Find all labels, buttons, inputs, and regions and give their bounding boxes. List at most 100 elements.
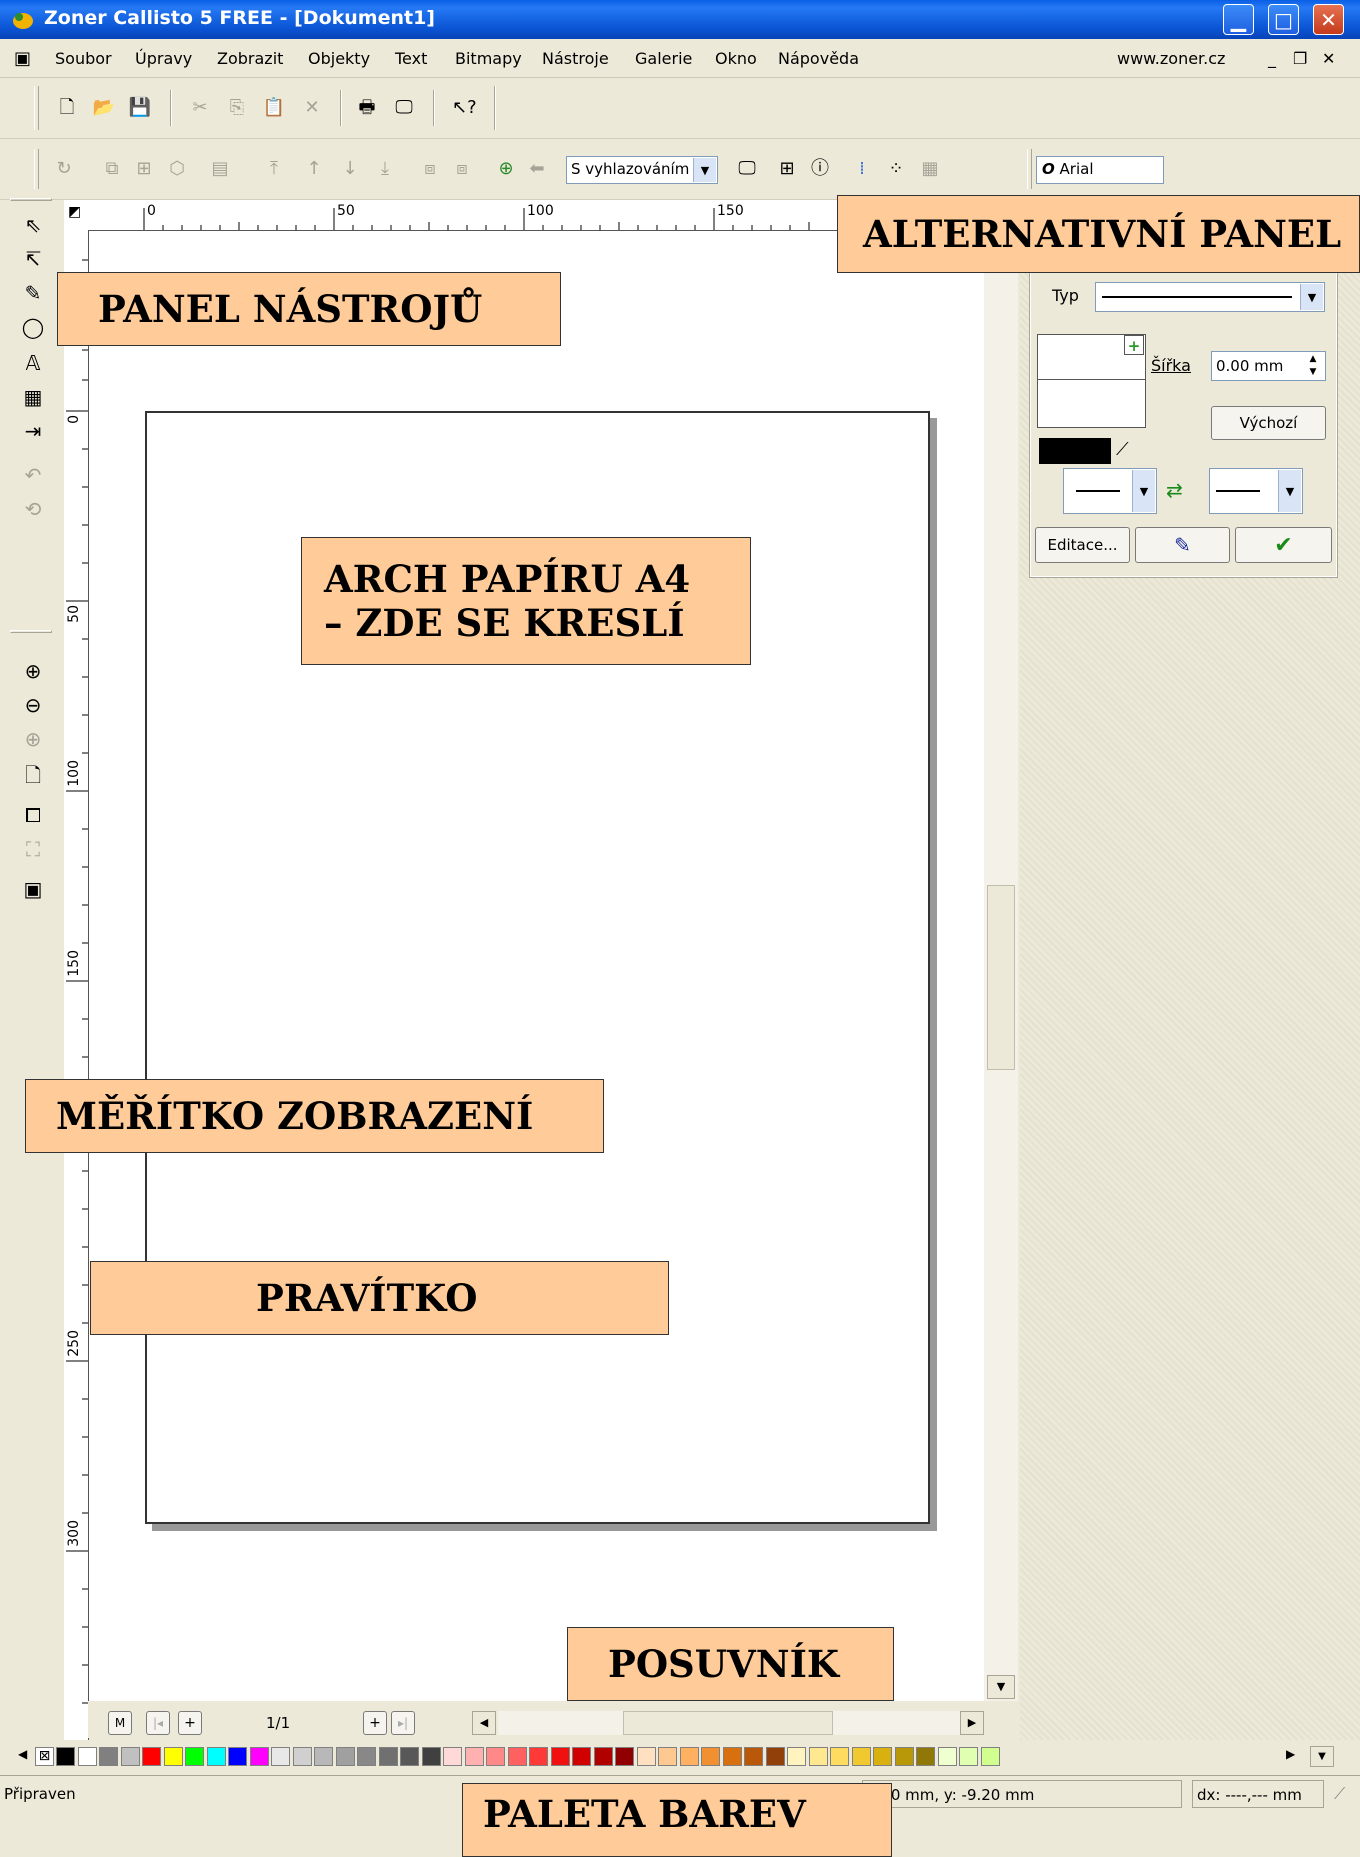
- cut-icon[interactable]: ✂: [188, 96, 212, 120]
- color-swatch[interactable]: [808, 1747, 828, 1766]
- swap-arrows-icon[interactable]: ⇄: [1166, 478, 1183, 502]
- color-swatch[interactable]: [722, 1747, 742, 1766]
- default-button[interactable]: Výchozí: [1211, 406, 1326, 440]
- color-swatch[interactable]: [679, 1747, 699, 1766]
- align-icon[interactable]: ▤: [208, 157, 232, 181]
- color-swatch[interactable]: [99, 1747, 118, 1766]
- mdi-minimize-icon[interactable]: _: [1268, 49, 1276, 68]
- color-swatch[interactable]: [206, 1747, 226, 1766]
- color-swatch[interactable]: [314, 1747, 333, 1766]
- add-icon[interactable]: +: [1124, 335, 1144, 355]
- rotate-icon[interactable]: ↻: [52, 157, 76, 181]
- palette-left-icon[interactable]: ◀: [18, 1747, 27, 1761]
- text-tool-icon[interactable]: 𝔸: [20, 350, 46, 376]
- color-swatch[interactable]: [937, 1747, 957, 1766]
- resize-grip-icon[interactable]: ⟋: [1334, 1784, 1345, 1804]
- add-page-after-icon[interactable]: +: [363, 1711, 387, 1735]
- import-tool-icon[interactable]: ⇥: [20, 418, 46, 444]
- selection-arrow-icon[interactable]: ⇖: [20, 212, 46, 238]
- grid-icon[interactable]: ⊞: [775, 157, 799, 181]
- snap-nodes-icon[interactable]: ⁘: [884, 157, 908, 181]
- color-swatch[interactable]: [228, 1747, 247, 1766]
- line-color-swatch[interactable]: [1039, 438, 1111, 464]
- scroll-left-icon[interactable]: ◀: [472, 1711, 496, 1735]
- color-swatch[interactable]: [378, 1747, 398, 1766]
- snap-guides-icon[interactable]: ⁞: [850, 157, 874, 181]
- vertical-ruler[interactable]: 0 50 100 150 250 300: [64, 230, 89, 1740]
- menu-okno[interactable]: Okno: [715, 49, 757, 68]
- horizontal-scroll-thumb[interactable]: [623, 1711, 833, 1735]
- menu-text[interactable]: Text: [395, 49, 427, 68]
- info-icon[interactable]: ⓘ: [808, 157, 832, 181]
- color-swatch[interactable]: [593, 1747, 613, 1766]
- color-swatch[interactable]: [980, 1747, 1000, 1766]
- color-swatch[interactable]: [421, 1747, 441, 1766]
- edit-button[interactable]: Editace...: [1035, 527, 1130, 563]
- color-swatch[interactable]: [744, 1747, 763, 1766]
- color-swatch[interactable]: [357, 1747, 376, 1766]
- forward-icon[interactable]: ↑: [302, 157, 326, 181]
- menu-upravy[interactable]: Úpravy: [135, 49, 192, 68]
- zoom-previous-icon[interactable]: ⊕: [20, 726, 46, 752]
- toolbar-grip[interactable]: [34, 149, 39, 189]
- end-arrow-select[interactable]: ▼: [1209, 468, 1303, 514]
- color-swatch[interactable]: [636, 1747, 656, 1766]
- color-swatch[interactable]: [120, 1747, 140, 1766]
- zoom-in-icon[interactable]: ⊕: [20, 658, 46, 684]
- pen-tool-icon[interactable]: ✎: [20, 280, 46, 306]
- delete-icon[interactable]: ✕: [300, 96, 324, 120]
- palette-menu-icon[interactable]: ▼: [1310, 1746, 1334, 1767]
- ellipse-tool-icon[interactable]: ◯: [20, 314, 46, 340]
- spinner-icon[interactable]: ▲ ▼: [1302, 353, 1324, 379]
- scroll-right-icon[interactable]: ▶: [960, 1711, 984, 1735]
- maximize-button[interactable]: □: [1268, 4, 1299, 35]
- menu-bitmapy[interactable]: Bitmapy: [455, 49, 522, 68]
- color-swatch[interactable]: [916, 1747, 935, 1766]
- zoom-selection-icon[interactable]: ⧠: [20, 802, 46, 828]
- color-swatch[interactable]: [142, 1747, 161, 1766]
- undo-icon[interactable]: ↶: [20, 462, 46, 488]
- full-screen-icon[interactable]: ▣: [20, 876, 46, 902]
- to-back-icon[interactable]: ⤓: [373, 157, 397, 181]
- document-icon[interactable]: ▣: [14, 48, 31, 69]
- palette-right-icon[interactable]: ▶: [1286, 1747, 1295, 1761]
- zoom-page-icon[interactable]: 🗋: [20, 762, 46, 788]
- color-swatch[interactable]: [486, 1747, 505, 1766]
- save-icon[interactable]: 💾: [128, 96, 152, 120]
- color-swatch[interactable]: [292, 1747, 312, 1766]
- pipette-icon[interactable]: ✎: [1135, 527, 1230, 563]
- zoom-objects-icon[interactable]: ⛶: [20, 836, 46, 862]
- menu-zobrazit[interactable]: Zobrazit: [217, 49, 283, 68]
- node-edit2-icon[interactable]: ⧈: [450, 157, 474, 181]
- copy-icon[interactable]: ⎘: [225, 96, 249, 120]
- color-swatch[interactable]: [787, 1747, 806, 1766]
- paste-icon[interactable]: 📋: [262, 96, 286, 120]
- zoom-out-icon[interactable]: ⊖: [20, 692, 46, 718]
- eyedropper-icon[interactable]: ⟋: [1116, 439, 1129, 460]
- menu-napoveda[interactable]: Nápověda: [778, 49, 859, 68]
- close-button[interactable]: ✕: [1313, 4, 1344, 35]
- color-swatch[interactable]: [163, 1747, 183, 1766]
- arrow-left-icon[interactable]: ⬅: [525, 157, 549, 181]
- color-swatch[interactable]: [507, 1747, 527, 1766]
- color-swatch[interactable]: [529, 1747, 548, 1766]
- smoothing-select[interactable]: S vyhlazováním ▼: [566, 156, 718, 184]
- start-arrow-select[interactable]: ▼: [1063, 468, 1157, 514]
- print-icon[interactable]: 🖶: [355, 96, 379, 120]
- to-front-icon[interactable]: ⤒: [262, 157, 286, 181]
- apply-checkmark-icon[interactable]: ✔: [1235, 527, 1332, 563]
- color-swatch[interactable]: [550, 1747, 570, 1766]
- color-swatch[interactable]: [464, 1747, 484, 1766]
- menu-objekty[interactable]: Objekty: [308, 49, 370, 68]
- next-page-icon[interactable]: ▸|: [391, 1711, 415, 1735]
- toolbar-grip[interactable]: [34, 86, 39, 130]
- color-swatch[interactable]: [615, 1747, 634, 1766]
- color-swatch[interactable]: [701, 1747, 720, 1766]
- prev-page-icon[interactable]: |◂: [146, 1711, 170, 1735]
- toolbar-grip[interactable]: [1027, 149, 1032, 189]
- color-swatch[interactable]: [335, 1747, 355, 1766]
- menu-galerie[interactable]: Galerie: [635, 49, 692, 68]
- color-swatch[interactable]: [185, 1747, 204, 1766]
- color-swatch[interactable]: [765, 1747, 785, 1766]
- color-swatch[interactable]: [658, 1747, 677, 1766]
